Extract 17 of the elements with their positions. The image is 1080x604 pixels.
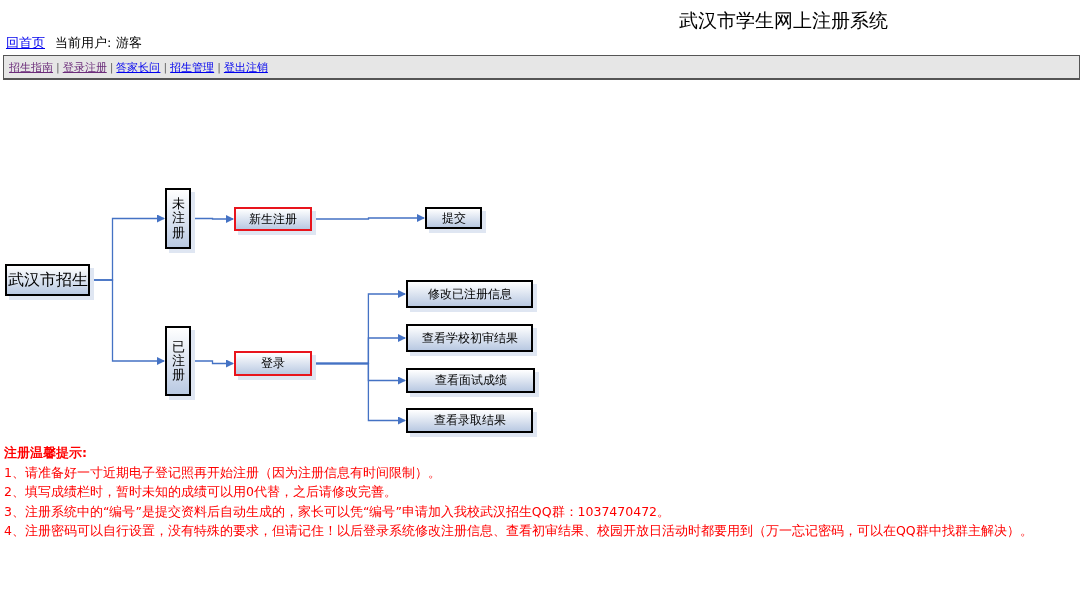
nav-link[interactable]: 登出注销 [223, 59, 268, 75]
page-title: 武汉市学生网上注册系统 [678, 8, 888, 30]
nav-link[interactable]: 登录注册 [62, 59, 107, 75]
home-link[interactable]: 回首页 [6, 34, 45, 52]
note-text: 2、填写成绩栏时，暂时未知的成绩可以用0代替，之后请修改完善。 [4, 483, 398, 501]
note-text: 1、请准备好一寸近期电子登记照再开始注册（因为注册信息有时间限制）。 [4, 463, 442, 482]
note-text: 3、注册系统中的“编号”是提交资料后自动生成的，家长可以凭“编号”申请加入我校武汉招生QQ群：1037470472。 [4, 502, 672, 521]
notes-heading: 注册温馨提示: [4, 444, 88, 462]
nav-separator: | [109, 60, 114, 74]
nav-link[interactable]: 答家长问 [116, 59, 161, 75]
nav-separator: | [163, 60, 168, 74]
current-user-label: 当前用户: 游客 [55, 34, 142, 52]
nav-separator: | [217, 60, 221, 74]
note-text: 4、注册密码可以自行设置，没有特殊的要求，但请记住！以后登录系统修改注册信息、查看初审结果、校园开放日活动时都要用到（万一忘记密码，可以在QQ群中找群主解决）。 [4, 522, 1034, 540]
nav-link[interactable]: 招生管理 [170, 59, 215, 75]
nav-link[interactable]: 招生指南 [9, 59, 53, 75]
nav-separator: | [56, 60, 60, 74]
